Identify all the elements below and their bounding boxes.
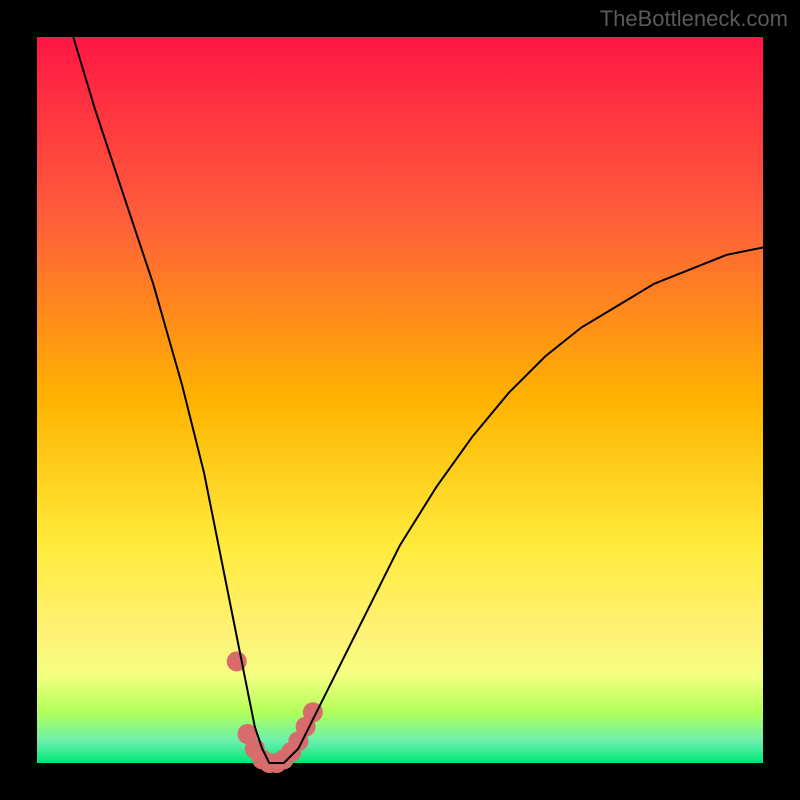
watermark-label: TheBottleneck.com [600,6,788,32]
plot-background [37,37,763,763]
chart-container: TheBottleneck.com [0,0,800,800]
chart-svg [0,0,800,800]
